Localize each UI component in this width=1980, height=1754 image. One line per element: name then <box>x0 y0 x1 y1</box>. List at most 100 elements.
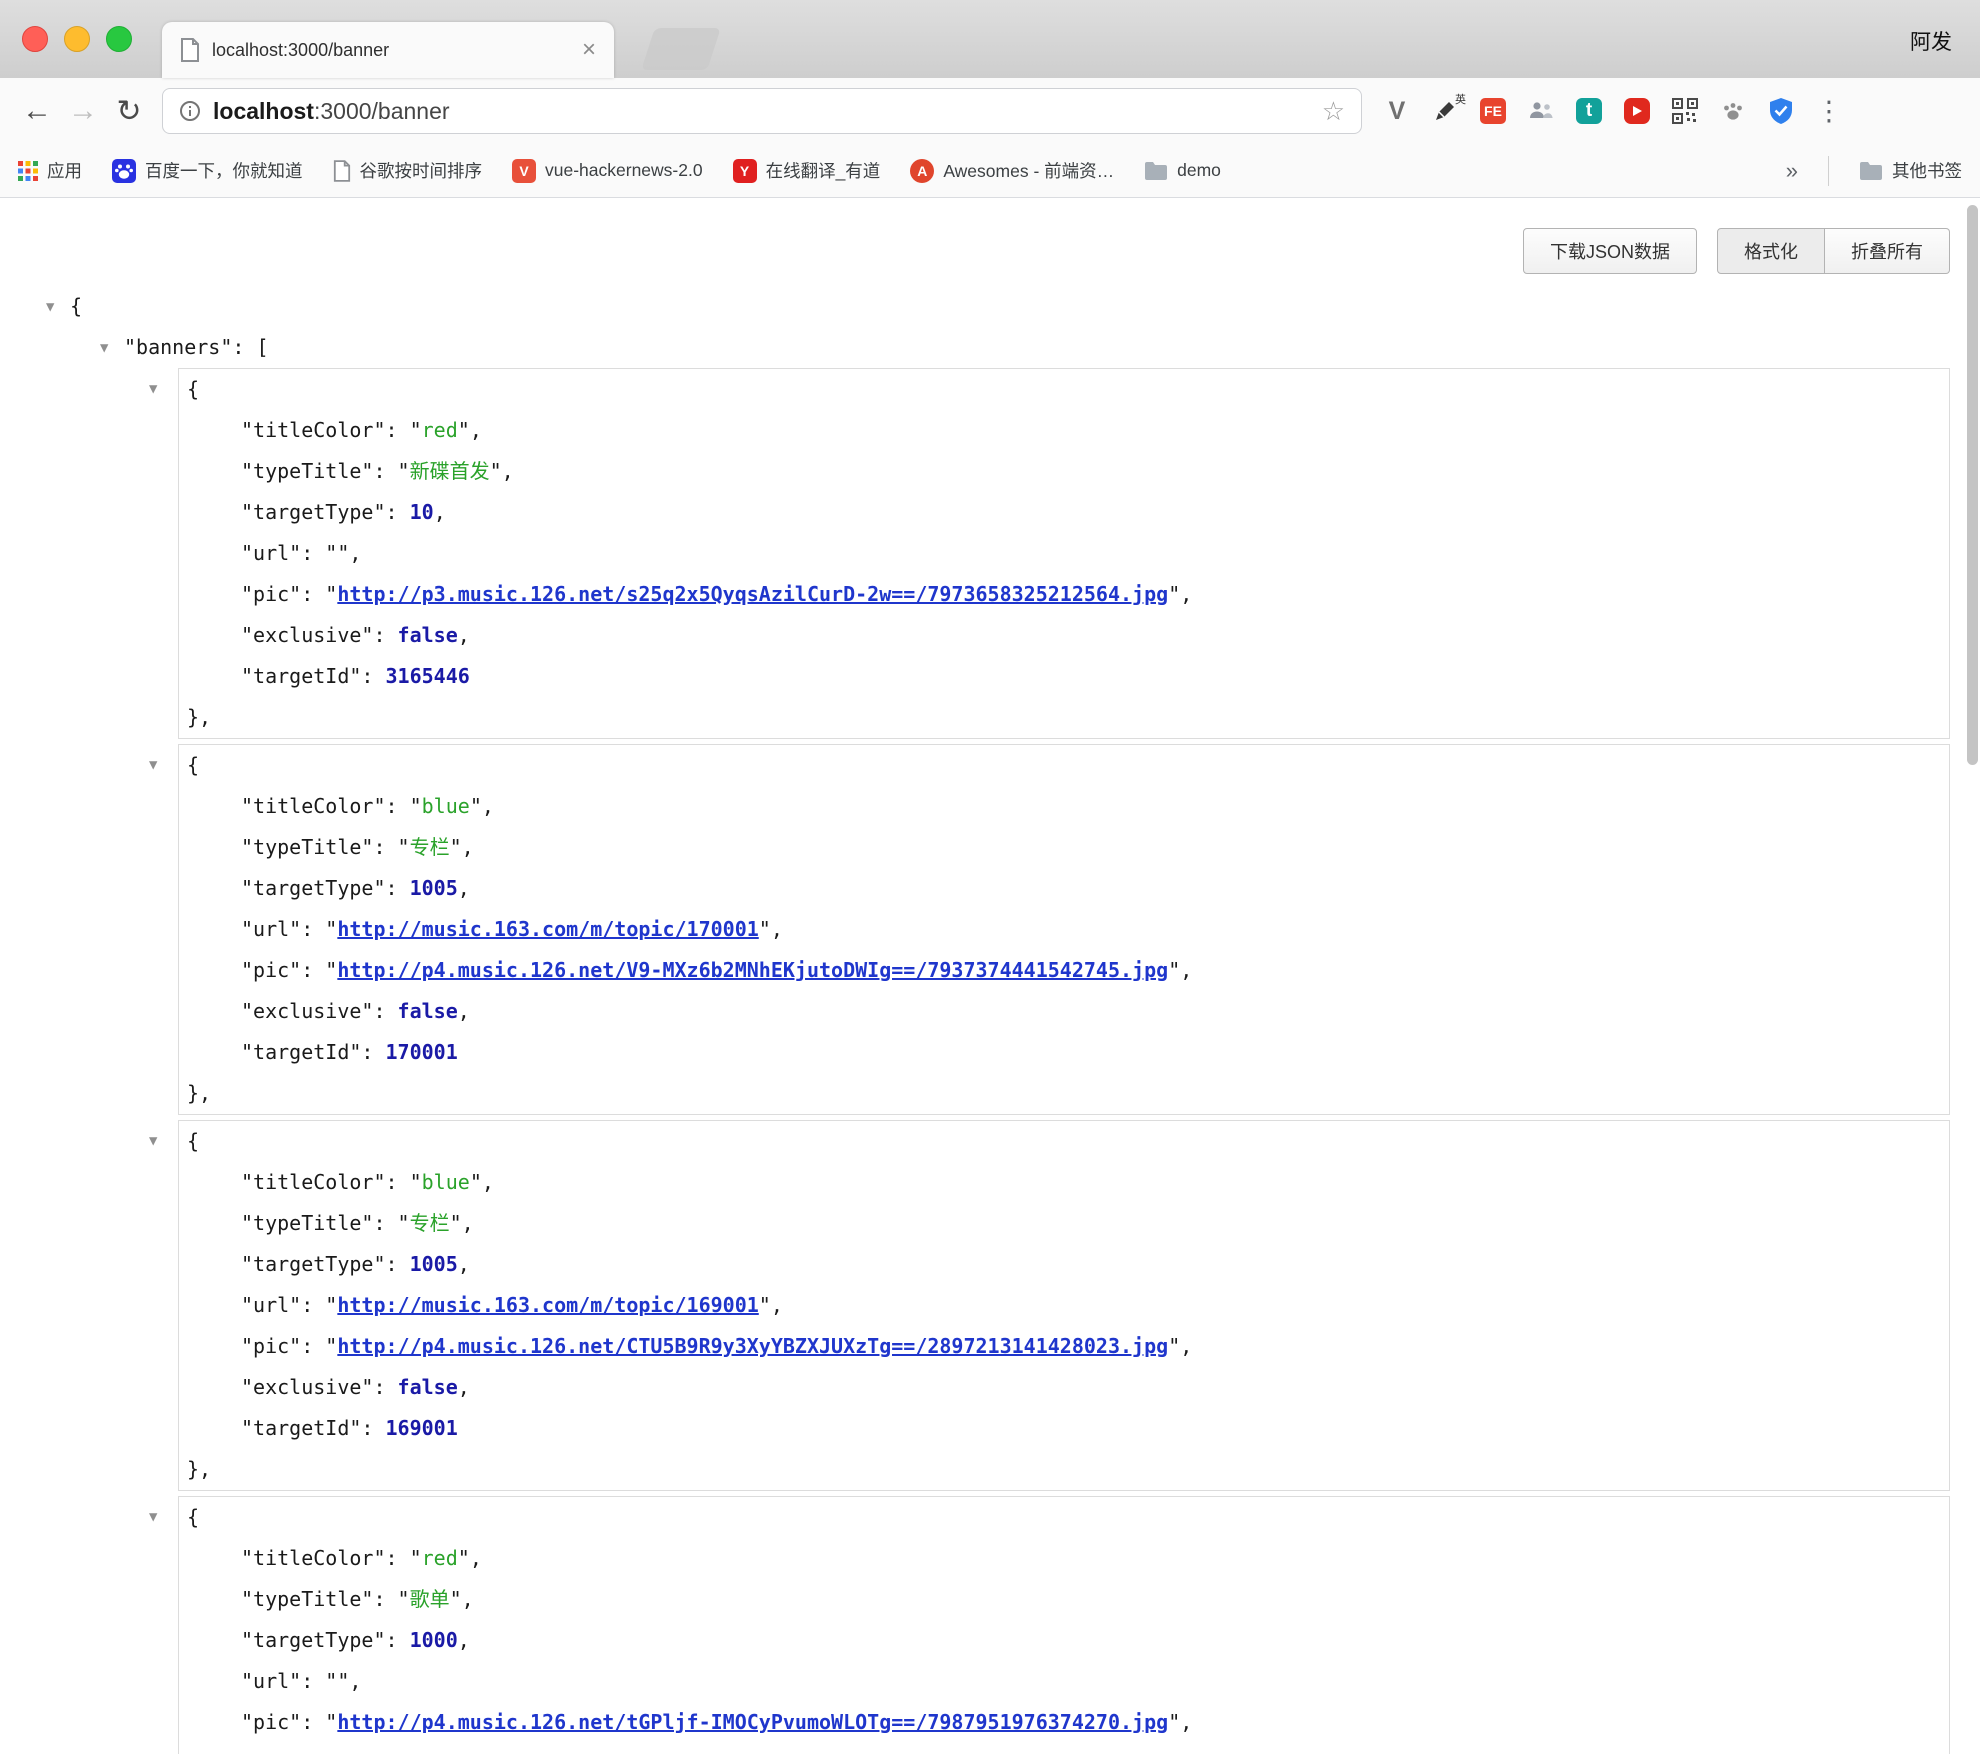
json-url-link[interactable]: http://music.163.com/m/topic/170001 <box>337 917 758 941</box>
bookmark-google-sort[interactable]: 谷歌按时间排序 <box>333 158 483 183</box>
json-punctuation: " <box>398 1211 410 1235</box>
scrollbar-track[interactable] <box>1964 199 1980 1754</box>
accounts-extension-icon[interactable] <box>1520 90 1562 132</box>
bookmark-demo-folder[interactable]: demo <box>1144 160 1221 181</box>
collapse-triangle-icon[interactable]: ▼ <box>149 1121 173 1162</box>
zoom-window-button[interactable] <box>106 26 132 52</box>
minimize-window-button[interactable] <box>64 26 90 52</box>
page-icon <box>333 160 351 182</box>
json-line: "targetType": 10, <box>179 492 1949 533</box>
json-punctuation: , <box>1180 1710 1192 1734</box>
json-punctuation: " <box>398 1587 410 1611</box>
bookmark-vue-hackernews[interactable]: V vue-hackernews-2.0 <box>512 159 703 183</box>
fe-extension-icon[interactable]: FE <box>1472 90 1514 132</box>
video-play-extension-icon[interactable] <box>1616 90 1658 132</box>
close-window-button[interactable] <box>22 26 48 52</box>
collapse-triangle-icon[interactable]: ▼ <box>46 287 70 328</box>
json-url-link[interactable]: http://p4.music.126.net/tGPljf-IMOCyPvum… <box>337 1710 1168 1734</box>
json-punctuation: " <box>241 500 253 524</box>
tab-close-icon[interactable]: × <box>582 38 596 62</box>
json-string-value: red <box>422 418 458 442</box>
download-json-button[interactable]: 下载JSON数据 <box>1523 228 1697 274</box>
json-line: "targetId": 169001 <box>179 1408 1949 1449</box>
browser-menu-button[interactable]: ⋮ <box>1808 90 1850 132</box>
collapse-triangle-icon[interactable]: ▼ <box>100 328 124 369</box>
json-punctuation: " <box>241 459 253 483</box>
json-string-value: 歌单 <box>410 1587 450 1611</box>
scrollbar-thumb[interactable] <box>1967 205 1978 765</box>
collapse-triangle-icon[interactable]: ▼ <box>149 369 173 410</box>
json-key: exclusive <box>253 1375 361 1399</box>
back-button[interactable]: ← <box>14 88 60 134</box>
json-punctuation: " <box>241 794 253 818</box>
json-punctuation: ": <box>373 500 409 524</box>
tampermonkey-extension-icon[interactable]: t <box>1568 90 1610 132</box>
bookmark-baidu[interactable]: 百度一下，你就知道 <box>112 158 303 183</box>
page-info-icon[interactable] <box>179 100 201 122</box>
bookmarks-divider <box>1828 156 1829 186</box>
json-line: "titleColor": "red", <box>179 410 1949 451</box>
address-text[interactable]: localhost:3000/banner <box>213 98 450 125</box>
collapse-triangle-icon[interactable]: ▼ <box>149 745 173 786</box>
json-number-value: 1005 <box>410 876 458 900</box>
shield-check-icon <box>1768 97 1794 125</box>
json-line: "targetType": 1000, <box>179 1620 1949 1661</box>
json-line: "url": "http://music.163.com/m/topic/170… <box>179 909 1949 950</box>
json-punctuation: ": <box>349 664 385 688</box>
qr-icon <box>1672 98 1698 124</box>
json-punctuation: " <box>1168 1334 1180 1358</box>
json-punctuation: , <box>482 794 494 818</box>
security-shield-extension-icon[interactable] <box>1760 90 1802 132</box>
json-url-link[interactable]: http://music.163.com/m/topic/169001 <box>337 1293 758 1317</box>
bookmark-youdao-translate[interactable]: Y 在线翻译_有道 <box>733 158 881 183</box>
json-line: ▼{ <box>0 286 1980 327</box>
json-punctuation: " <box>759 917 771 941</box>
json-punctuation: " <box>241 1710 253 1734</box>
vue-v-icon: V <box>512 159 536 183</box>
browser-tab[interactable]: localhost:3000/banner × <box>162 22 614 78</box>
bookmarks-overflow-chevron[interactable]: » <box>1786 158 1798 184</box>
json-key: targetType <box>253 876 373 900</box>
page-content: 下载JSON数据 格式化 折叠所有 ▼{▼"banners": [▼{"titl… <box>0 198 1980 1754</box>
json-punctuation: , <box>458 999 470 1023</box>
bookmark-label: 应用 <box>47 158 82 183</box>
json-string-value: blue <box>422 794 470 818</box>
bookmark-star-icon[interactable]: ☆ <box>1322 96 1345 127</box>
navigation-bar: ← → ↻ localhost:3000/banner ☆ V 英 FE <box>0 78 1980 144</box>
json-punctuation: " <box>241 623 253 647</box>
profile-name[interactable]: 阿发 <box>1910 26 1952 56</box>
json-number-value: 1000 <box>410 1628 458 1652</box>
address-bar[interactable]: localhost:3000/banner ☆ <box>162 88 1362 134</box>
translate-pen-extension-icon[interactable]: 英 <box>1424 90 1466 132</box>
json-line: "titleColor": "red", <box>179 1538 1949 1579</box>
collapse-triangle-icon[interactable]: ▼ <box>149 1497 173 1538</box>
new-tab-button[interactable] <box>641 28 721 70</box>
json-url-link[interactable]: http://p4.music.126.net/V9-MXz6b2MNhEKju… <box>337 958 1168 982</box>
json-line: }, <box>179 1073 1949 1114</box>
bookmark-apps[interactable]: 应用 <box>18 158 82 183</box>
json-line: ▼{ <box>179 1497 1949 1538</box>
bookmark-awesomes[interactable]: A Awesomes - 前端资… <box>910 158 1114 183</box>
json-punctuation: ": <box>289 1334 325 1358</box>
json-punctuation: ": <box>373 876 409 900</box>
vimium-extension-icon[interactable]: V <box>1376 90 1418 132</box>
json-punctuation: " <box>241 1375 253 1399</box>
bookmark-label: vue-hackernews-2.0 <box>545 160 703 181</box>
json-line: "exclusive": false, <box>179 1367 1949 1408</box>
json-line: "url": "http://music.163.com/m/topic/169… <box>179 1285 1949 1326</box>
json-key: exclusive <box>253 623 361 647</box>
json-url-link[interactable]: http://p3.music.126.net/s25q2x5QyqsAzilC… <box>337 582 1168 606</box>
qr-code-extension-icon[interactable] <box>1664 90 1706 132</box>
collapse-all-button[interactable]: 折叠所有 <box>1825 228 1950 274</box>
paw-extension-icon[interactable] <box>1712 90 1754 132</box>
json-key: typeTitle <box>253 1587 361 1611</box>
json-punctuation: " <box>450 835 462 859</box>
reload-button[interactable]: ↻ <box>106 88 152 134</box>
other-bookmarks-folder[interactable]: 其他书签 <box>1859 158 1962 183</box>
bookmarks-bar: 应用 百度一下，你就知道 谷歌按时间排序 V vue-hackernews-2.… <box>0 144 1980 198</box>
json-boolean-value: false <box>398 623 458 647</box>
json-line: "url": "", <box>179 1661 1949 1702</box>
format-button[interactable]: 格式化 <box>1717 228 1825 274</box>
json-url-link[interactable]: http://p4.music.126.net/CTU5B9R9y3XyYBZX… <box>337 1334 1168 1358</box>
json-punctuation: " <box>241 1252 253 1276</box>
